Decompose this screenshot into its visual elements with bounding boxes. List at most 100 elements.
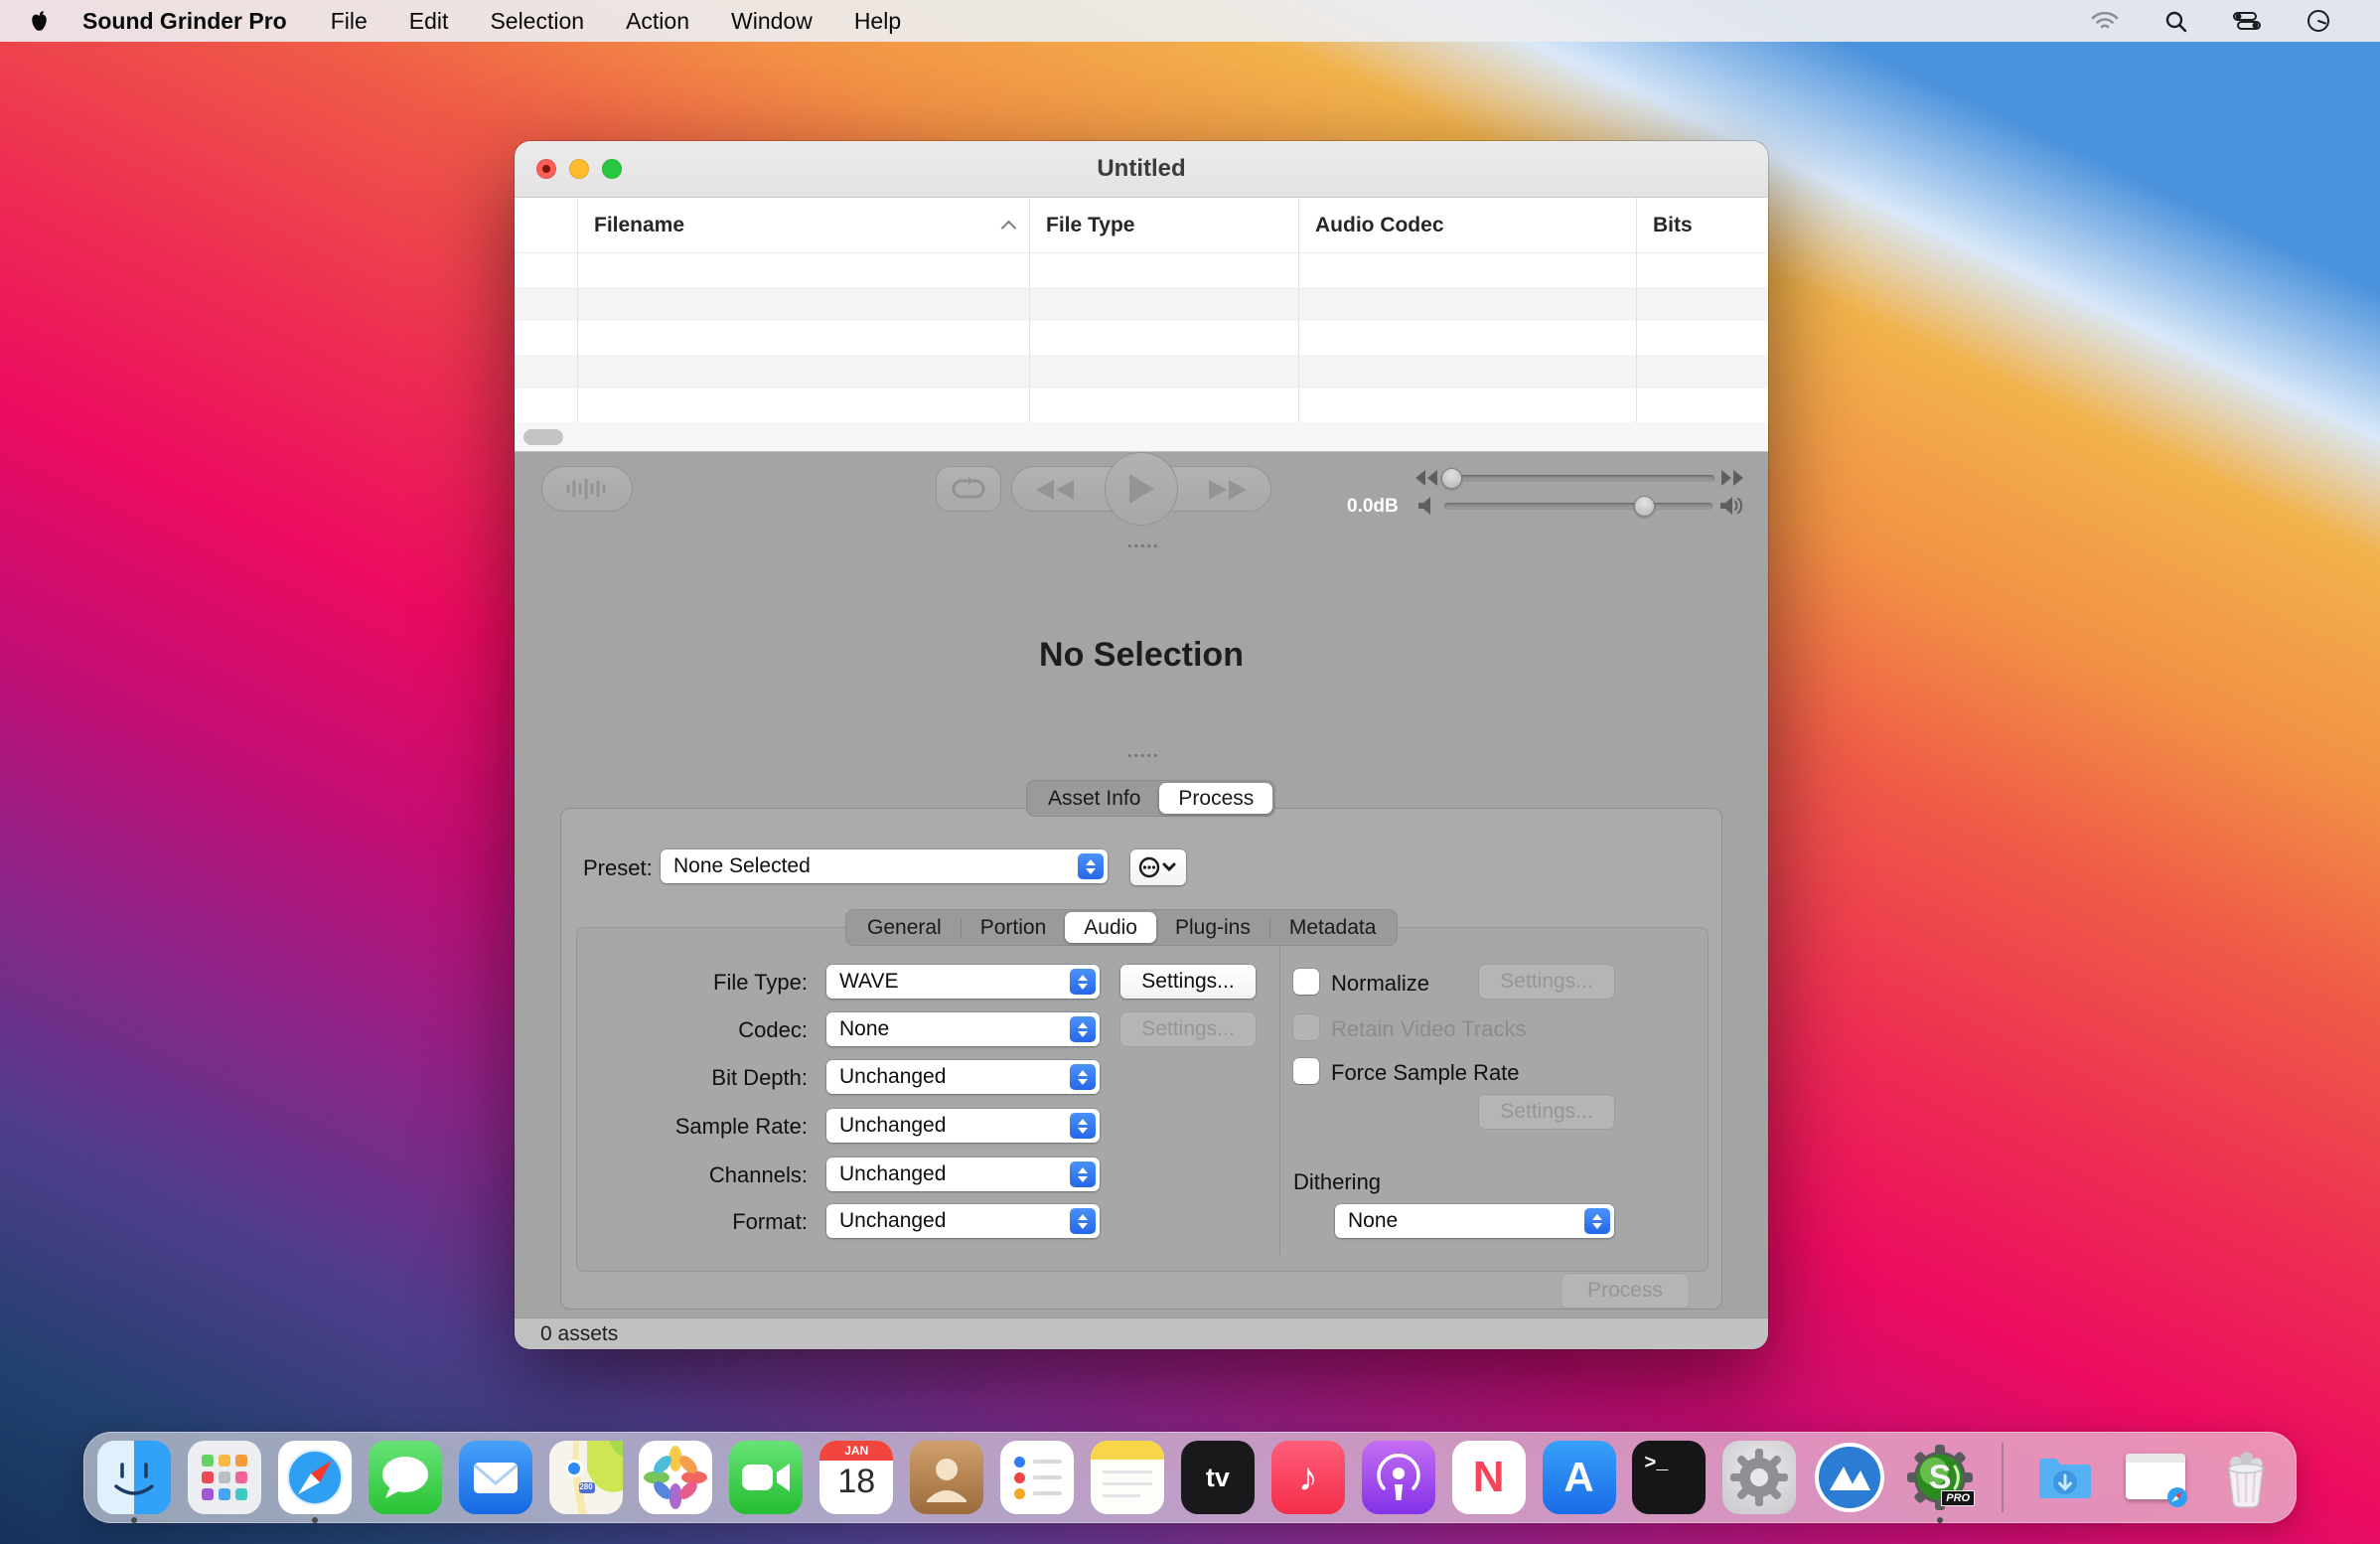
dithering-label: Dithering — [1293, 1169, 1381, 1195]
tab-audio[interactable]: Audio — [1065, 912, 1156, 943]
dock-icon-reminders[interactable] — [1000, 1441, 1074, 1514]
dock-icon-notes[interactable] — [1091, 1441, 1164, 1514]
dock-icon-music[interactable]: ♪ — [1271, 1441, 1345, 1514]
table-header-filename[interactable]: Filename — [577, 198, 1029, 252]
app-store-glyph: A — [1543, 1441, 1616, 1514]
splitter-handle-bottom[interactable] — [1126, 753, 1158, 758]
loop-button[interactable] — [936, 466, 1001, 512]
dock-icon-contacts[interactable] — [910, 1441, 983, 1514]
popup-stepper-icon — [1584, 1208, 1610, 1234]
dock-icon-messages[interactable] — [369, 1441, 442, 1514]
table-header-status-column[interactable] — [515, 198, 577, 252]
volume-slider-track[interactable] — [1444, 503, 1712, 510]
dock-icon-photos[interactable] — [639, 1441, 712, 1514]
tab-process[interactable]: Process — [1159, 783, 1272, 814]
popup-stepper-icon — [1078, 853, 1104, 879]
preset-popup[interactable]: None Selected — [661, 849, 1108, 883]
volume-min-icon[interactable] — [1417, 496, 1435, 516]
menu-item-edit[interactable]: Edit — [409, 8, 449, 35]
dock-icon-minimized-window[interactable] — [2119, 1441, 2192, 1514]
content-area: 0.0dB No Selection Asset Info Process Pr… — [515, 452, 1768, 1317]
search-icon[interactable] — [2164, 10, 2187, 33]
close-button[interactable] — [536, 159, 556, 179]
skip-forward-icon[interactable] — [1720, 469, 1744, 487]
force-sample-rate-checkbox[interactable] — [1293, 1058, 1319, 1084]
waveform-icon — [564, 477, 610, 501]
splitter-handle-top[interactable] — [1126, 543, 1158, 548]
tab-general[interactable]: General — [848, 912, 961, 943]
popup-stepper-icon — [1070, 1113, 1096, 1139]
clock-icon[interactable] — [2306, 9, 2330, 33]
format-popup[interactable]: Unchanged — [826, 1204, 1100, 1238]
wifi-icon[interactable] — [2091, 11, 2119, 31]
music-note-glyph: ♪ — [1271, 1441, 1345, 1514]
process-panel: Preset: None Selected General Portion Au… — [560, 808, 1722, 1310]
file-type-popup[interactable]: WAVE — [826, 965, 1100, 999]
normalize-label: Normalize — [1331, 971, 1429, 997]
horizontal-scrollbar[interactable] — [515, 422, 1768, 452]
menu-item-file[interactable]: File — [331, 8, 368, 35]
retain-video-label: Retain Video Tracks — [1331, 1016, 1526, 1042]
menu-item-help[interactable]: Help — [854, 8, 901, 35]
format-label: Format: — [584, 1209, 808, 1235]
dock-icon-pro-cleaner[interactable] — [1813, 1441, 1886, 1514]
bit-depth-popup[interactable]: Unchanged — [826, 1060, 1100, 1094]
menu-item-window[interactable]: Window — [731, 8, 813, 35]
table-header-bits[interactable]: Bits — [1636, 198, 1768, 252]
table-header-audio-codec[interactable]: Audio Codec — [1298, 198, 1636, 252]
channels-popup[interactable]: Unchanged — [826, 1158, 1100, 1191]
table-header: Filename File Type Audio Codec Bits — [515, 198, 1768, 253]
more-options-icon — [1138, 856, 1178, 878]
dock-icon-news[interactable]: N — [1452, 1441, 1526, 1514]
zoom-button[interactable] — [602, 159, 622, 179]
popup-stepper-icon — [1070, 969, 1096, 995]
dock-icon-finder[interactable] — [97, 1441, 171, 1514]
dock-icon-sound-grinder-pro[interactable]: S PRO — [1903, 1441, 1977, 1514]
tab-plugins[interactable]: Plug-ins — [1156, 912, 1269, 943]
table-header-file-type[interactable]: File Type — [1029, 198, 1298, 252]
scrub-slider-track[interactable] — [1442, 475, 1714, 482]
tab-asset-info[interactable]: Asset Info — [1029, 783, 1159, 814]
menu-item-selection[interactable]: Selection — [490, 8, 584, 35]
dock-icon-trash[interactable] — [2209, 1441, 2283, 1514]
scrub-slider-thumb[interactable] — [1441, 468, 1462, 489]
dock-icon-mail[interactable] — [459, 1441, 532, 1514]
codec-popup[interactable]: None — [826, 1012, 1100, 1046]
dock-icon-maps[interactable]: 280 — [549, 1441, 623, 1514]
dock-icon-launchpad[interactable] — [188, 1441, 261, 1514]
horizontal-scrollbar-thumb[interactable] — [523, 429, 563, 445]
volume-max-icon[interactable] — [1719, 496, 1745, 516]
apple-menu-icon[interactable] — [30, 10, 49, 33]
control-center-icon[interactable] — [2233, 12, 2261, 30]
tab-portion[interactable]: Portion — [962, 912, 1066, 943]
asset-count: 0 assets — [540, 1322, 618, 1346]
dock-icon-calendar[interactable]: JAN 18 — [819, 1441, 893, 1514]
window-title: Untitled — [1097, 155, 1185, 183]
dock-icon-apple-tv[interactable]: tv — [1181, 1441, 1255, 1514]
dock-icon-safari[interactable] — [278, 1441, 352, 1514]
asset-table-body[interactable] — [515, 253, 1768, 422]
dock-icon-downloads-folder[interactable] — [2028, 1441, 2102, 1514]
no-selection-message: No Selection — [515, 636, 1768, 675]
play-button[interactable] — [1105, 452, 1178, 526]
waveform-view-button[interactable] — [541, 466, 633, 512]
sample-rate-popup[interactable]: Unchanged — [826, 1109, 1100, 1143]
dock-icon-terminal[interactable]: >_ — [1632, 1441, 1706, 1514]
skip-back-icon[interactable] — [1414, 469, 1438, 487]
title-bar[interactable]: Untitled — [515, 141, 1768, 198]
menu-app-name[interactable]: Sound Grinder Pro — [82, 8, 287, 35]
dock-icon-app-store[interactable]: A — [1543, 1441, 1616, 1514]
dithering-popup[interactable]: None — [1335, 1204, 1614, 1238]
dock-icon-podcasts[interactable] — [1362, 1441, 1435, 1514]
volume-slider-thumb[interactable] — [1634, 496, 1655, 517]
minimize-button[interactable] — [569, 159, 589, 179]
file-type-settings-button[interactable]: Settings... — [1120, 965, 1256, 999]
menu-item-action[interactable]: Action — [626, 8, 689, 35]
dock-icon-facetime[interactable] — [729, 1441, 803, 1514]
normalize-checkbox[interactable] — [1293, 969, 1319, 995]
preset-actions-button[interactable] — [1130, 849, 1186, 885]
tab-metadata[interactable]: Metadata — [1270, 912, 1396, 943]
rewind-button[interactable] — [1034, 478, 1076, 502]
dock-icon-system-preferences[interactable] — [1722, 1441, 1796, 1514]
fast-forward-button[interactable] — [1207, 478, 1249, 502]
